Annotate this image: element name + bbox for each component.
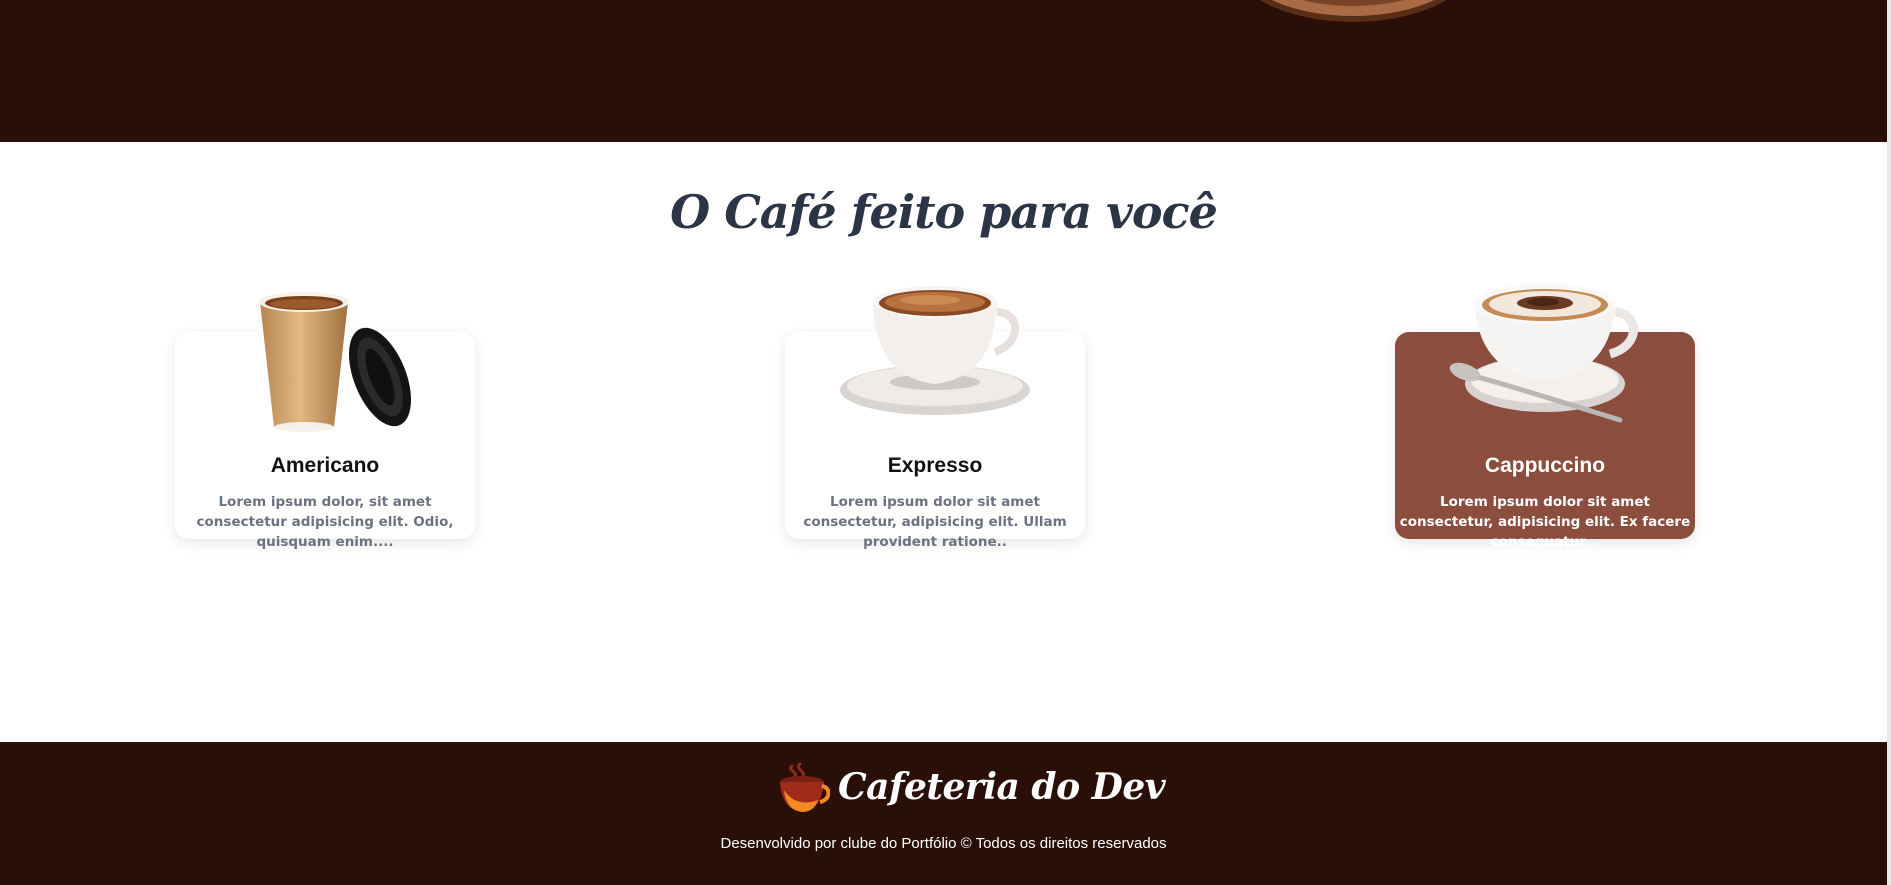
- section-title: O Café feito para você: [670, 185, 1218, 239]
- hero-coffee-cup-icon: [1259, 0, 1447, 22]
- product-name: Americano: [270, 454, 380, 477]
- paper-coffee-cup-icon: [259, 292, 411, 432]
- hero-section: [0, 0, 1887, 142]
- product-card-americano[interactable]: Americano Lorem ipsum dolor, sit amet co…: [175, 292, 475, 550]
- product-description: Lorem ipsum dolor sit amet consectetur, …: [803, 494, 1067, 550]
- footer-brand-name: Cafeteria do Dev: [838, 766, 1166, 808]
- product-description: Lorem ipsum dolor sit amet consectetur, …: [1399, 494, 1691, 550]
- product-name: Expresso: [887, 454, 983, 477]
- product-description: Lorem ipsum dolor, sit amet consectetur …: [196, 494, 454, 550]
- product-card-cappuccino[interactable]: Cappuccino Lorem ipsum dolor sit amet co…: [1395, 284, 1695, 550]
- page-scrollbar[interactable]: [1887, 0, 1891, 885]
- product-name: Cappuccino: [1484, 454, 1606, 477]
- footer: Cafeteria do Dev Desenvolvido por clube …: [0, 742, 1887, 885]
- product-card-expresso[interactable]: Expresso Lorem ipsum dolor sit amet cons…: [785, 286, 1085, 550]
- espresso-cup-icon: [840, 286, 1030, 415]
- coffee-cup-logo-icon: [780, 762, 830, 812]
- footer-credit: Desenvolvido por clube do Portfólio © To…: [720, 835, 1167, 852]
- cappuccino-cup-icon: [1449, 284, 1638, 423]
- footer-brand[interactable]: Cafeteria do Dev: [776, 758, 1166, 816]
